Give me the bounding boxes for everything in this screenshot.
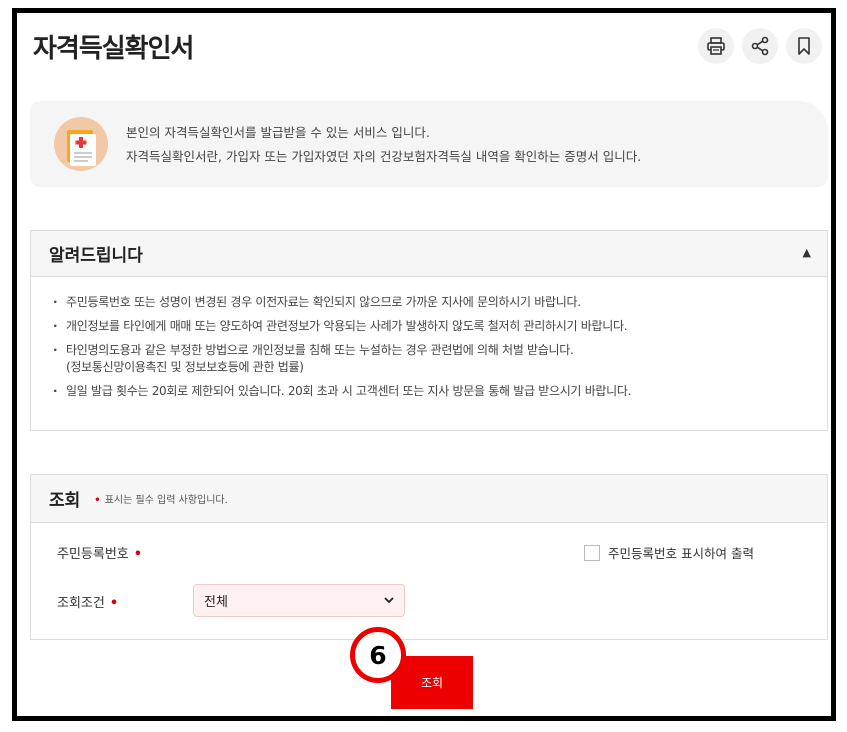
share-button[interactable] [742,28,778,64]
resident-number-label-text: 주민등록번호 [57,547,129,562]
info-line-2: 자격득실확인서란, 가입자 또는 가입자였던 자의 건강보험자격득실 내역을 확… [126,149,642,164]
required-note-text: 표시는 필수 입력 사항입니다. [104,495,228,506]
resident-number-label: 주민등록번호 • [57,543,142,562]
bookmark-icon [798,37,810,55]
required-note: • 표시는 필수 입력 사항입니다. [94,491,228,506]
print-icon [707,37,725,55]
query-panel: 조회 • 표시는 필수 입력 사항입니다. 주민등록번호 • 주민등록번호 표시하여… [30,474,828,640]
query-header: 조회 • 표시는 필수 입력 사항입니다. [31,475,827,523]
required-dot-icon: • [94,495,101,506]
notice-item-subtext: (정보통신망이용촉진 및 정보보호등에 관한 법률) [66,360,304,374]
required-dot-icon: • [133,547,143,562]
service-info-box: 본인의 자격득실확인서를 발급받을 수 있는 서비스 입니다. 자격득실확인서란… [30,101,828,187]
query-title: 조회 [49,491,81,511]
share-icon [751,36,769,56]
show-resident-number-option[interactable]: 주민등록번호 표시하여 출력 [584,543,754,562]
condition-label: 조회조건 • [57,592,118,611]
condition-label-text: 조회조건 [57,596,105,611]
checkbox-label: 주민등록번호 표시하여 출력 [608,546,754,561]
bookmark-button[interactable] [786,28,822,64]
notice-panel: 알려드립니다 ▲ 주민등록번호 또는 성명이 변경된 경우 이전자료는 확인되지… [30,230,828,431]
notice-item: 타인명의도용과 같은 부정한 방법으로 개인정보를 침해 또는 누설하는 경우 … [53,342,827,376]
notice-title: 알려드립니다 [49,246,143,266]
info-line-1: 본인의 자격득실확인서를 발급받을 수 있는 서비스 입니다. [126,125,430,140]
step-number-badge: 6 [350,627,406,683]
page-frame: 자격득실확인서 본인의 자격득실확인서를 발급받을 수 있는 서비스 입니다. … [12,8,836,721]
condition-select[interactable]: 전체 [193,584,405,617]
show-resident-number-checkbox[interactable] [584,544,600,561]
collapse-arrow-icon[interactable]: ▲ [803,246,811,259]
notice-item-text: 타인명의도용과 같은 부정한 방법으로 개인정보를 침해 또는 누설하는 경우 … [66,343,574,357]
notice-item: 주민등록번호 또는 성명이 변경된 경우 이전자료는 확인되지 않으므로 가까운… [53,294,827,311]
notice-list: 주민등록번호 또는 성명이 변경된 경우 이전자료는 확인되지 않으므로 가까운… [31,277,827,400]
chevron-down-icon [384,597,394,604]
required-dot-icon: • [109,596,119,611]
condition-select-value: 전체 [204,595,228,610]
print-button[interactable] [698,28,734,64]
document-icon [54,117,108,171]
notice-item: 일일 발급 횟수는 20회로 제한되어 있습니다. 20회 초과 시 고객센터 … [53,383,827,400]
page-title: 자격득실확인서 [33,34,194,64]
notice-header[interactable]: 알려드립니다 ▲ [31,231,827,277]
notice-item: 개인정보를 타인에게 매매 또는 양도하여 관련정보가 악용되는 사례가 발생하… [53,318,827,335]
